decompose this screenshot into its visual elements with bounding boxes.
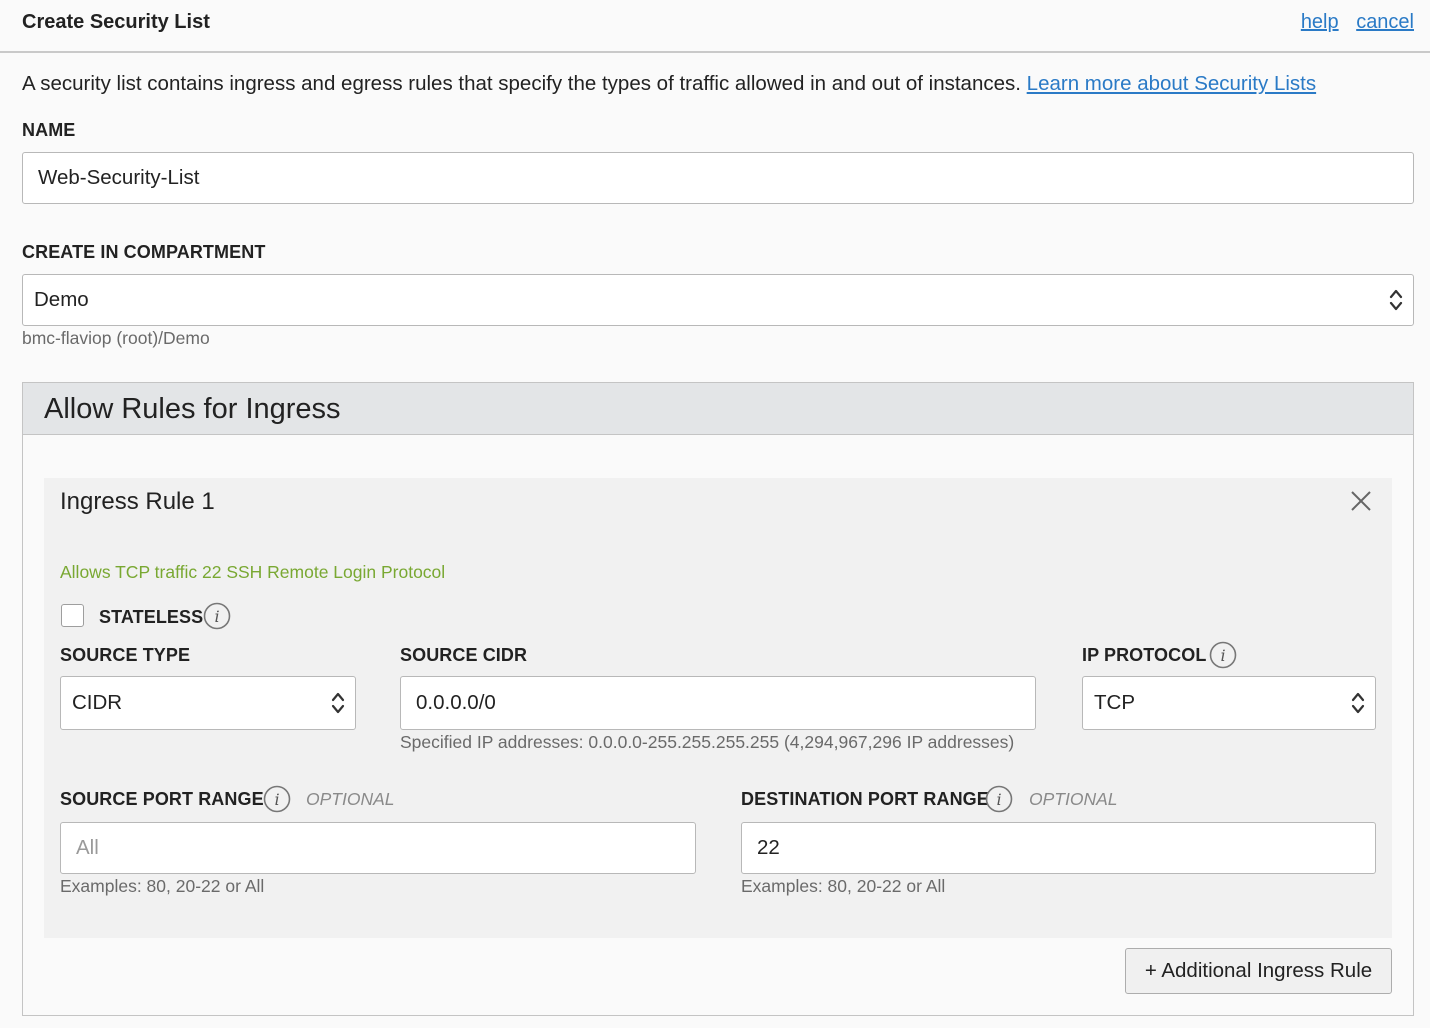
compartment-label: CREATE IN COMPARTMENT [22,242,266,262]
source-port-range-label: SOURCE PORT RANGE [60,789,264,809]
up-down-chevron-icon [1389,289,1403,311]
panel-title: Allow Rules for Ingress [44,393,341,425]
ingress-rules-panel: Allow Rules for Ingress Ingress Rule 1 A… [22,382,1414,1016]
cancel-link[interactable]: cancel [1356,11,1414,33]
stateless-label: STATELESS [99,607,204,627]
close-icon[interactable] [1350,490,1372,512]
help-link[interactable]: help [1301,11,1339,33]
stateless-checkbox[interactable] [61,604,84,627]
dialog-title: Create Security List [22,11,210,33]
add-ingress-rule-button[interactable]: + Additional Ingress Rule [1125,948,1392,994]
destination-port-optional-tag: OPTIONAL [1029,789,1118,809]
source-type-select[interactable]: CIDR [60,676,356,730]
svg-text:i: i [996,790,1001,809]
name-field[interactable] [22,152,1414,204]
name-input[interactable] [38,153,1413,203]
svg-text:i: i [274,790,279,809]
info-icon[interactable]: i [263,785,291,813]
destination-port-range-label: DESTINATION PORT RANGE [741,789,989,809]
source-cidr-field[interactable] [400,676,1036,730]
rule-description: Allows TCP traffic 22 SSH Remote Login P… [60,562,446,582]
destination-port-range-hint: Examples: 80, 20-22 or All [741,876,946,896]
compartment-selected-value: Demo [34,288,89,311]
ip-protocol-selected-value: TCP [1094,691,1135,714]
rule-title: Ingress Rule 1 [60,488,215,515]
up-down-chevron-icon [1351,692,1365,714]
learn-more-link[interactable]: Learn more about Security Lists [1027,72,1316,95]
destination-port-range-input[interactable] [757,823,1375,873]
ip-protocol-select[interactable]: TCP [1082,676,1376,730]
info-icon[interactable]: i [203,602,231,630]
source-port-optional-tag: OPTIONAL [306,789,395,809]
info-icon[interactable]: i [985,785,1013,813]
compartment-select[interactable]: Demo [22,274,1414,326]
source-port-range-field[interactable] [60,822,696,874]
source-cidr-label: SOURCE CIDR [400,645,528,665]
name-label: NAME [22,120,76,140]
dialog-header: Create Security List help cancel [0,0,1430,53]
source-port-range-input[interactable] [76,823,695,873]
source-port-range-hint: Examples: 80, 20-22 or All [60,876,265,896]
intro-description: A security list contains ingress and egr… [22,72,1021,95]
source-cidr-input[interactable] [416,677,1035,729]
svg-text:i: i [214,607,219,626]
source-type-label: SOURCE TYPE [60,645,191,665]
header-links: help cancel [1289,11,1414,34]
up-down-chevron-icon [331,692,345,714]
ingress-rule-card: Ingress Rule 1 Allows TCP traffic 22 SSH… [44,478,1392,938]
panel-header: Allow Rules for Ingress [23,383,1413,435]
compartment-path-hint: bmc-flaviop (root)/Demo [22,328,210,348]
ip-protocol-label: IP PROTOCOL [1082,645,1207,665]
destination-port-range-field[interactable] [741,822,1376,874]
source-cidr-hint: Specified IP addresses: 0.0.0.0-255.255.… [400,732,1015,752]
source-type-selected-value: CIDR [72,691,123,714]
intro-text: A security list contains ingress and egr… [22,72,1316,96]
svg-text:i: i [1220,646,1225,665]
info-icon[interactable]: i [1209,641,1237,669]
